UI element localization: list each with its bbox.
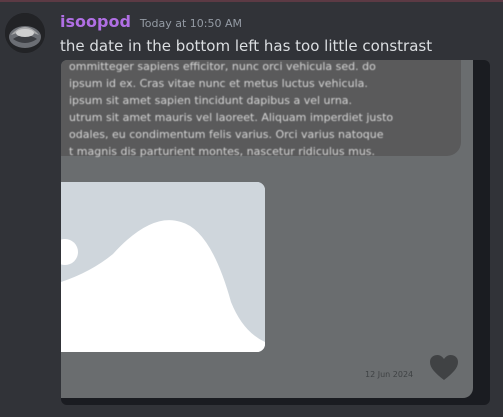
avatar-image bbox=[5, 13, 45, 53]
blurred-line: utrum sit amet mauris vel laoreet. Aliqu… bbox=[69, 111, 394, 124]
blurred-line: odales, eu condimentum felis varius. Orc… bbox=[69, 128, 384, 141]
blurred-line: ommitteger sapiens efficitor, nunc orci … bbox=[69, 60, 376, 73]
heart-icon[interactable] bbox=[429, 354, 459, 382]
message-date: 12 Jun 2024 bbox=[365, 370, 414, 379]
blurred-line: t magnis dis parturient montes, nascetur… bbox=[69, 145, 376, 158]
screenshot-content: ommitteger sapiens efficitor, nunc orci … bbox=[61, 60, 473, 398]
image-placeholder-icon bbox=[61, 182, 265, 352]
blurred-text-bubble: ommitteger sapiens efficitor, nunc orci … bbox=[61, 60, 461, 158]
blurred-text: ommitteger sapiens efficitor, nunc orci … bbox=[69, 60, 469, 160]
blurred-line: ipsum sit amet sapien tincidunt dapibus … bbox=[69, 94, 353, 107]
message-text: the date in the bottom left has too litt… bbox=[60, 37, 433, 55]
message-header: isoopod Today at 10:50 AM bbox=[60, 12, 242, 34]
avatar[interactable] bbox=[5, 13, 45, 53]
image-attachment[interactable]: ommitteger sapiens efficitor, nunc orci … bbox=[61, 60, 490, 405]
new-message-divider bbox=[0, 0, 503, 2]
username[interactable]: isoopod bbox=[60, 12, 131, 31]
image-placeholder bbox=[61, 182, 265, 352]
timestamp[interactable]: Today at 10:50 AM bbox=[140, 17, 242, 30]
blurred-line: ipsum id ex. Cras vitae nunc et metus lu… bbox=[69, 77, 368, 90]
